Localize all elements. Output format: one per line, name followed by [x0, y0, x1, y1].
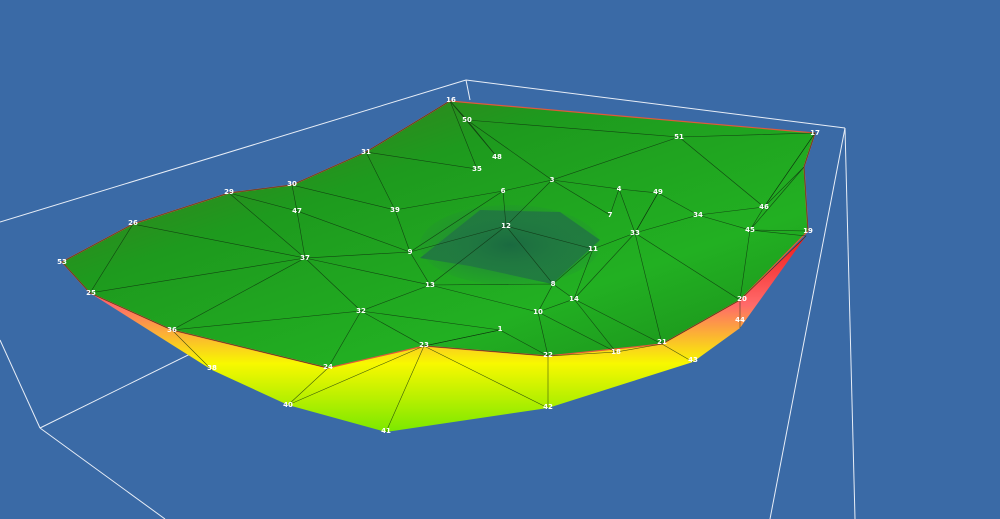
node-label: 1	[498, 325, 503, 333]
node-label: 11	[588, 245, 598, 253]
node-label: 16	[446, 96, 456, 104]
node-label: 18	[611, 348, 621, 356]
node-label: 17	[810, 129, 820, 137]
node-label: 48	[492, 153, 502, 161]
node-label: 6	[501, 187, 506, 195]
node-label: 38	[207, 364, 217, 372]
node-label: 9	[408, 248, 413, 256]
node-label: 39	[390, 206, 400, 214]
node-label: 33	[630, 229, 640, 237]
node-label: 35	[472, 165, 482, 173]
node-label: 53	[57, 258, 67, 266]
node-label: 20	[737, 295, 747, 303]
node-label: 26	[128, 219, 138, 227]
node-label: 49	[653, 188, 663, 196]
node-label: 14	[569, 295, 579, 303]
node-label: 22	[543, 351, 553, 359]
node-label: 4	[617, 185, 622, 193]
node-label: 29	[224, 188, 234, 196]
node-label: 40	[283, 401, 293, 409]
node-label: 51	[674, 133, 684, 141]
node-label: 13	[425, 281, 435, 289]
node-label: 41	[381, 427, 391, 435]
node-label: 24	[323, 363, 333, 371]
node-label: 31	[361, 148, 371, 156]
node-label: 3	[550, 176, 555, 184]
node-label: 47	[292, 207, 302, 215]
node-label: 32	[356, 307, 366, 315]
node-label: 34	[693, 211, 703, 219]
node-label: 45	[745, 226, 755, 234]
node-label: 7	[608, 211, 613, 219]
node-label: 30	[287, 180, 297, 188]
node-label: 21	[657, 338, 667, 346]
node-label: 42	[543, 403, 553, 411]
node-label: 43	[688, 356, 698, 364]
terrain-3d-viewport[interactable]: 1 3 4 6 7 8 9 10 11 12 13 14 16 17 18 19…	[0, 0, 1000, 519]
node-label: 10	[533, 308, 543, 316]
node-label: 25	[86, 289, 96, 297]
node-label: 46	[759, 203, 769, 211]
node-label: 44	[735, 316, 745, 324]
node-label: 37	[300, 254, 310, 262]
node-label: 50	[462, 116, 472, 124]
node-label: 23	[419, 341, 429, 349]
node-label: 8	[551, 280, 556, 288]
node-label: 19	[803, 227, 813, 235]
node-label: 36	[167, 326, 177, 334]
node-label: 12	[501, 222, 511, 230]
